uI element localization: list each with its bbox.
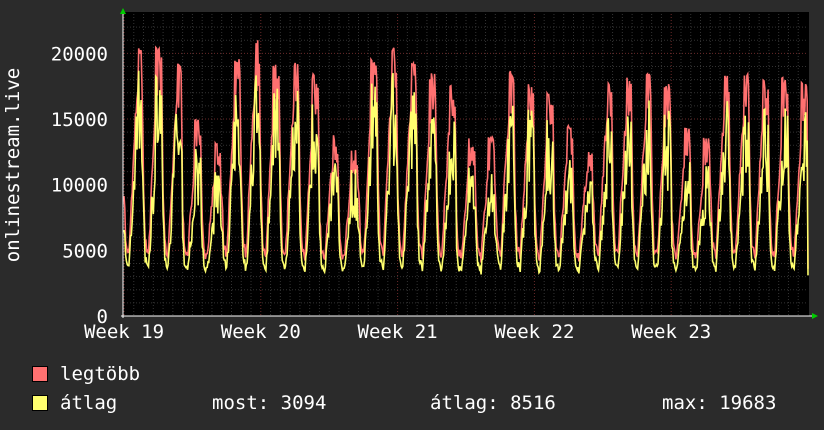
x-tick-label: Week 23 bbox=[631, 321, 711, 343]
x-tick-label: Week 20 bbox=[221, 321, 301, 343]
y-tick-label: 15000 bbox=[51, 109, 108, 131]
x-tick-label: Week 19 bbox=[84, 321, 164, 343]
x-tick-label: Week 22 bbox=[494, 321, 574, 343]
y-tick-label: 20000 bbox=[51, 43, 108, 65]
y-tick-label: 10000 bbox=[51, 175, 108, 197]
y-axis-label: onlinestream.live bbox=[2, 68, 24, 262]
y-tick-label: 5000 bbox=[62, 240, 108, 262]
x-tick-label: Week 21 bbox=[358, 321, 438, 343]
chart: 05000100001500020000 Week 19 Week 20 Week … bbox=[0, 0, 824, 430]
